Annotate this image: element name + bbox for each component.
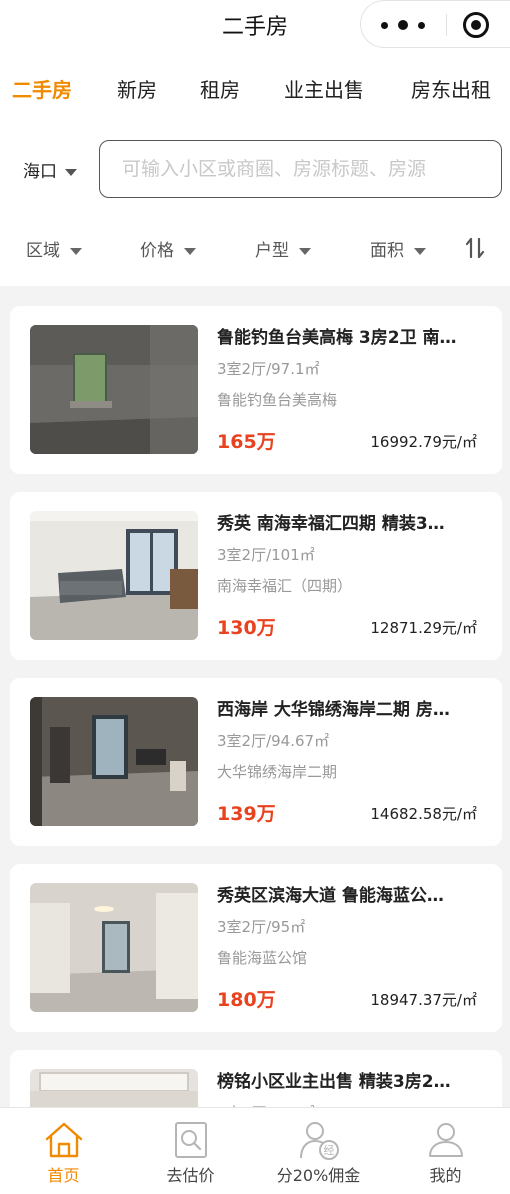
filter-bar: 区域 价格 户型 面积 — [0, 212, 510, 286]
more-dot — [381, 21, 388, 29]
listing-title: 西海岸 大华锦绣海岸二期 房… — [217, 700, 450, 720]
listing-photo — [30, 325, 198, 454]
listing-unit-price: 14682.58元/㎡ — [370, 805, 477, 823]
bottom-tab-bar: 首页 去估价 经 分20%佣金 我的 — [0, 1107, 510, 1194]
tabbar-commission[interactable]: 经 分20%佣金 — [255, 1108, 382, 1194]
listing-photo — [30, 697, 198, 826]
tabbar-label: 首页 — [47, 1166, 80, 1185]
listing-layout: 3室2厅/94.67㎡ — [217, 732, 330, 750]
sort-icon[interactable] — [464, 237, 486, 259]
listing-unit-price: 18947.37元/㎡ — [370, 991, 477, 1009]
mini-program-capsule — [360, 0, 510, 48]
more-options-button[interactable] — [381, 15, 425, 35]
listing-community: 大华锦绣海岸二期 — [217, 763, 338, 781]
filter-label: 区域 — [26, 241, 60, 261]
listing-community: 南海幸福汇（四期） — [217, 577, 353, 595]
listing-layout: 3室2厅/95㎡ — [217, 918, 306, 936]
listing-price: 139万 — [217, 803, 276, 825]
tabbar-profile[interactable]: 我的 — [382, 1108, 509, 1194]
listing-photo — [30, 883, 198, 1012]
listing-title: 鲁能钓鱼台美高梅 3房2卫 南… — [217, 328, 457, 348]
listing-title: 榜铭小区业主出售 精装3房2… — [217, 1072, 451, 1092]
tabbar-home[interactable]: 首页 — [0, 1108, 127, 1194]
filter-label: 户型 — [255, 241, 289, 261]
filter-label: 价格 — [140, 241, 174, 261]
listing-card[interactable]: 秀英区滨海大道 鲁能海蓝公… 3室2厅/95㎡ 鲁能海蓝公馆 180万 1894… — [10, 864, 502, 1032]
chevron-down-icon — [184, 247, 196, 255]
filter-layout[interactable]: 户型 — [255, 236, 311, 261]
tab-rentals[interactable]: 租房 — [200, 74, 240, 103]
category-tabs: 二手房 新房 租房 业主出售 房东出租 — [0, 50, 510, 126]
tabbar-label: 分20%佣金 — [276, 1166, 361, 1185]
appraise-icon — [175, 1122, 207, 1158]
listing-card[interactable]: 鲁能钓鱼台美高梅 3房2卫 南… 3室2厅/97.1㎡ 鲁能钓鱼台美高梅 165… — [10, 306, 502, 474]
listing-unit-price: 16992.79元/㎡ — [370, 433, 477, 451]
top-navigation-bar: 二手房 — [0, 0, 510, 50]
listing-card[interactable]: 秀英 南海幸福汇四期 精装3… 3室2厅/101㎡ 南海幸福汇（四期） 130万… — [10, 492, 502, 660]
tab-owner-sale[interactable]: 业主出售 — [284, 74, 364, 103]
filter-label: 面积 — [370, 241, 404, 261]
listing-unit-price: 12871.29元/㎡ — [370, 619, 477, 637]
more-dot — [418, 21, 425, 29]
profile-icon — [429, 1123, 463, 1157]
listing-title: 秀英区滨海大道 鲁能海蓝公… — [217, 886, 444, 906]
search-box — [99, 140, 502, 198]
agent-commission-icon: 经 — [300, 1122, 339, 1160]
city-label: 海口 — [23, 162, 57, 182]
search-input[interactable] — [100, 141, 501, 197]
tabbar-label: 我的 — [429, 1166, 462, 1185]
tab-landlord-rent[interactable]: 房东出租 — [411, 74, 491, 103]
listing-layout: 3室2厅/97.1㎡ — [217, 360, 320, 378]
listing-price: 180万 — [217, 989, 276, 1011]
home-icon — [45, 1122, 83, 1158]
city-selector[interactable]: 海口 — [23, 157, 77, 182]
chevron-down-icon — [65, 168, 77, 176]
listing-card[interactable]: 西海岸 大华锦绣海岸二期 房… 3室2厅/94.67㎡ 大华锦绣海岸二期 139… — [10, 678, 502, 846]
tab-new-homes[interactable]: 新房 — [117, 74, 157, 103]
capsule-divider — [446, 14, 447, 36]
commission-badge: 经 — [324, 1144, 335, 1157]
listing-community: 鲁能海蓝公馆 — [217, 949, 308, 967]
chevron-down-icon — [70, 247, 82, 255]
listing-photo — [30, 511, 198, 640]
listing-price: 130万 — [217, 617, 276, 639]
tabbar-label: 去估价 — [166, 1166, 215, 1185]
listing-title: 秀英 南海幸福汇四期 精装3… — [217, 514, 445, 534]
tabbar-appraise[interactable]: 去估价 — [127, 1108, 254, 1194]
chevron-down-icon — [299, 247, 311, 255]
more-dot — [398, 20, 408, 30]
filter-district[interactable]: 区域 — [26, 236, 82, 261]
filter-area[interactable]: 面积 — [370, 236, 426, 261]
chevron-down-icon — [414, 247, 426, 255]
search-row: 海口 — [0, 126, 510, 212]
listing-price: 165万 — [217, 431, 276, 453]
filter-price[interactable]: 价格 — [140, 236, 196, 261]
listing-layout: 3室2厅/101㎡ — [217, 546, 315, 564]
tab-second-hand[interactable]: 二手房 — [12, 74, 72, 103]
listing-community: 鲁能钓鱼台美高梅 — [217, 391, 338, 409]
close-mini-program-icon[interactable] — [463, 12, 489, 38]
